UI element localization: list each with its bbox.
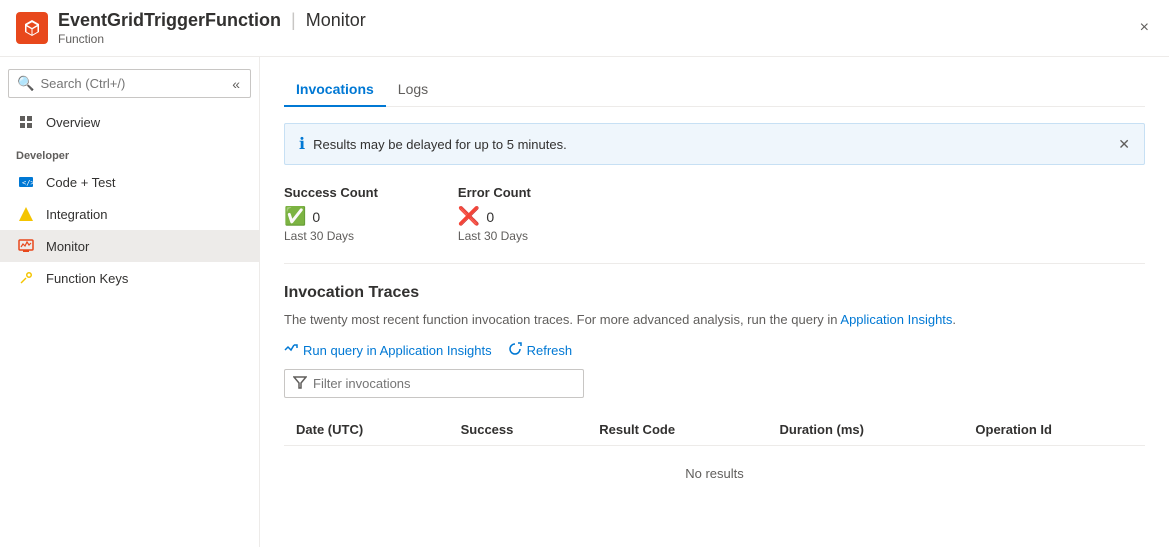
invocation-traces-title: Invocation Traces [284,284,1145,302]
sidebar-item-code-test[interactable]: </> Code + Test [0,166,259,198]
sidebar-item-function-keys[interactable]: Function Keys [0,262,259,294]
filter-icon [293,375,307,392]
function-name: EventGridTriggerFunction [58,10,281,31]
success-count-label: Success Count [284,185,378,200]
col-operation-id: Operation Id [963,414,1145,446]
sidebar-item-monitor-label: Monitor [46,239,89,254]
counts-row: Success Count ✅ 0 Last 30 Days Error Cou… [284,185,1145,243]
table-wrap: Date (UTC) Success Result Code Duration … [284,414,1145,501]
sidebar-item-monitor[interactable]: Monitor [0,230,259,262]
function-keys-icon [16,270,36,286]
success-icon: ✅ [284,206,306,227]
close-button[interactable]: × [1136,15,1153,41]
top-header: EventGridTriggerFunction | Monitor Funct… [0,0,1169,57]
header-separator: | [291,10,296,31]
search-input[interactable] [40,76,230,91]
run-query-icon [284,342,298,359]
divider [284,263,1145,264]
col-date: Date (UTC) [284,414,449,446]
no-results-row: No results [284,445,1145,501]
sidebar-item-function-keys-label: Function Keys [46,271,128,286]
invocation-traces-desc: The twenty most recent function invocati… [284,310,1145,330]
integration-icon [16,206,36,222]
refresh-button[interactable]: Refresh [508,342,573,359]
header-title-group: EventGridTriggerFunction | Monitor Funct… [58,10,366,46]
sidebar: 🔍 « Overview Developer </> Code + Test I… [0,57,260,547]
tab-logs[interactable]: Logs [386,73,440,107]
app-insights-link[interactable]: Application Insights [840,312,952,327]
success-count-days: Last 30 Days [284,229,378,243]
error-count-days: Last 30 Days [458,229,531,243]
toolbar: Run query in Application Insights Refres… [284,342,1145,359]
run-query-button[interactable]: Run query in Application Insights [284,342,492,359]
error-count-block: Error Count ❌ 0 Last 30 Days [458,185,531,243]
success-count-number: 0 [312,209,320,225]
content-area: Invocations Logs ℹ Results may be delaye… [260,57,1169,547]
invocation-traces-section: Invocation Traces The twenty most recent… [284,284,1145,501]
success-count-block: Success Count ✅ 0 Last 30 Days [284,185,378,243]
table-header: Date (UTC) Success Result Code Duration … [284,414,1145,446]
overview-icon [16,114,36,130]
no-results-cell: No results [284,445,1145,501]
info-banner: ℹ Results may be delayed for up to 5 min… [284,123,1145,165]
header-function-label: Function [58,32,366,46]
filter-input[interactable] [313,376,575,391]
tab-invocations[interactable]: Invocations [284,73,386,107]
error-count-value: ❌ 0 [458,206,531,227]
refresh-icon [508,342,522,359]
info-banner-text: Results may be delayed for up to 5 minut… [313,137,1118,152]
error-icon: ❌ [458,206,480,227]
success-count-value: ✅ 0 [284,206,378,227]
refresh-label: Refresh [527,343,573,358]
tabs: Invocations Logs [284,73,1145,107]
developer-section-label: Developer [0,138,259,166]
sidebar-item-overview[interactable]: Overview [0,106,259,138]
sidebar-item-code-test-label: Code + Test [46,175,116,190]
col-result-code: Result Code [587,414,767,446]
desc-prefix: The twenty most recent function invocati… [284,312,840,327]
app-icon [16,12,48,44]
info-icon: ℹ [299,134,305,154]
main-layout: 🔍 « Overview Developer </> Code + Test I… [0,57,1169,547]
col-duration: Duration (ms) [767,414,963,446]
search-icon: 🔍 [17,75,34,92]
sidebar-item-integration[interactable]: Integration [0,198,259,230]
search-box[interactable]: 🔍 « [8,69,251,98]
sidebar-item-integration-label: Integration [46,207,107,222]
filter-row [284,369,1145,398]
invocations-table: Date (UTC) Success Result Code Duration … [284,414,1145,501]
header-subtitle: Monitor [306,10,366,31]
monitor-icon [16,238,36,254]
svg-text:</>: </> [22,179,34,187]
table-body: No results [284,445,1145,501]
col-success: Success [449,414,588,446]
sidebar-item-overview-label: Overview [46,115,100,130]
run-query-label: Run query in Application Insights [303,343,492,358]
error-count-number: 0 [486,209,494,225]
error-count-label: Error Count [458,185,531,200]
filter-input-wrap[interactable] [284,369,584,398]
collapse-button[interactable]: « [230,76,242,92]
code-test-icon: </> [16,174,36,190]
info-banner-close[interactable]: ✕ [1118,136,1130,153]
desc-suffix: . [952,312,956,327]
